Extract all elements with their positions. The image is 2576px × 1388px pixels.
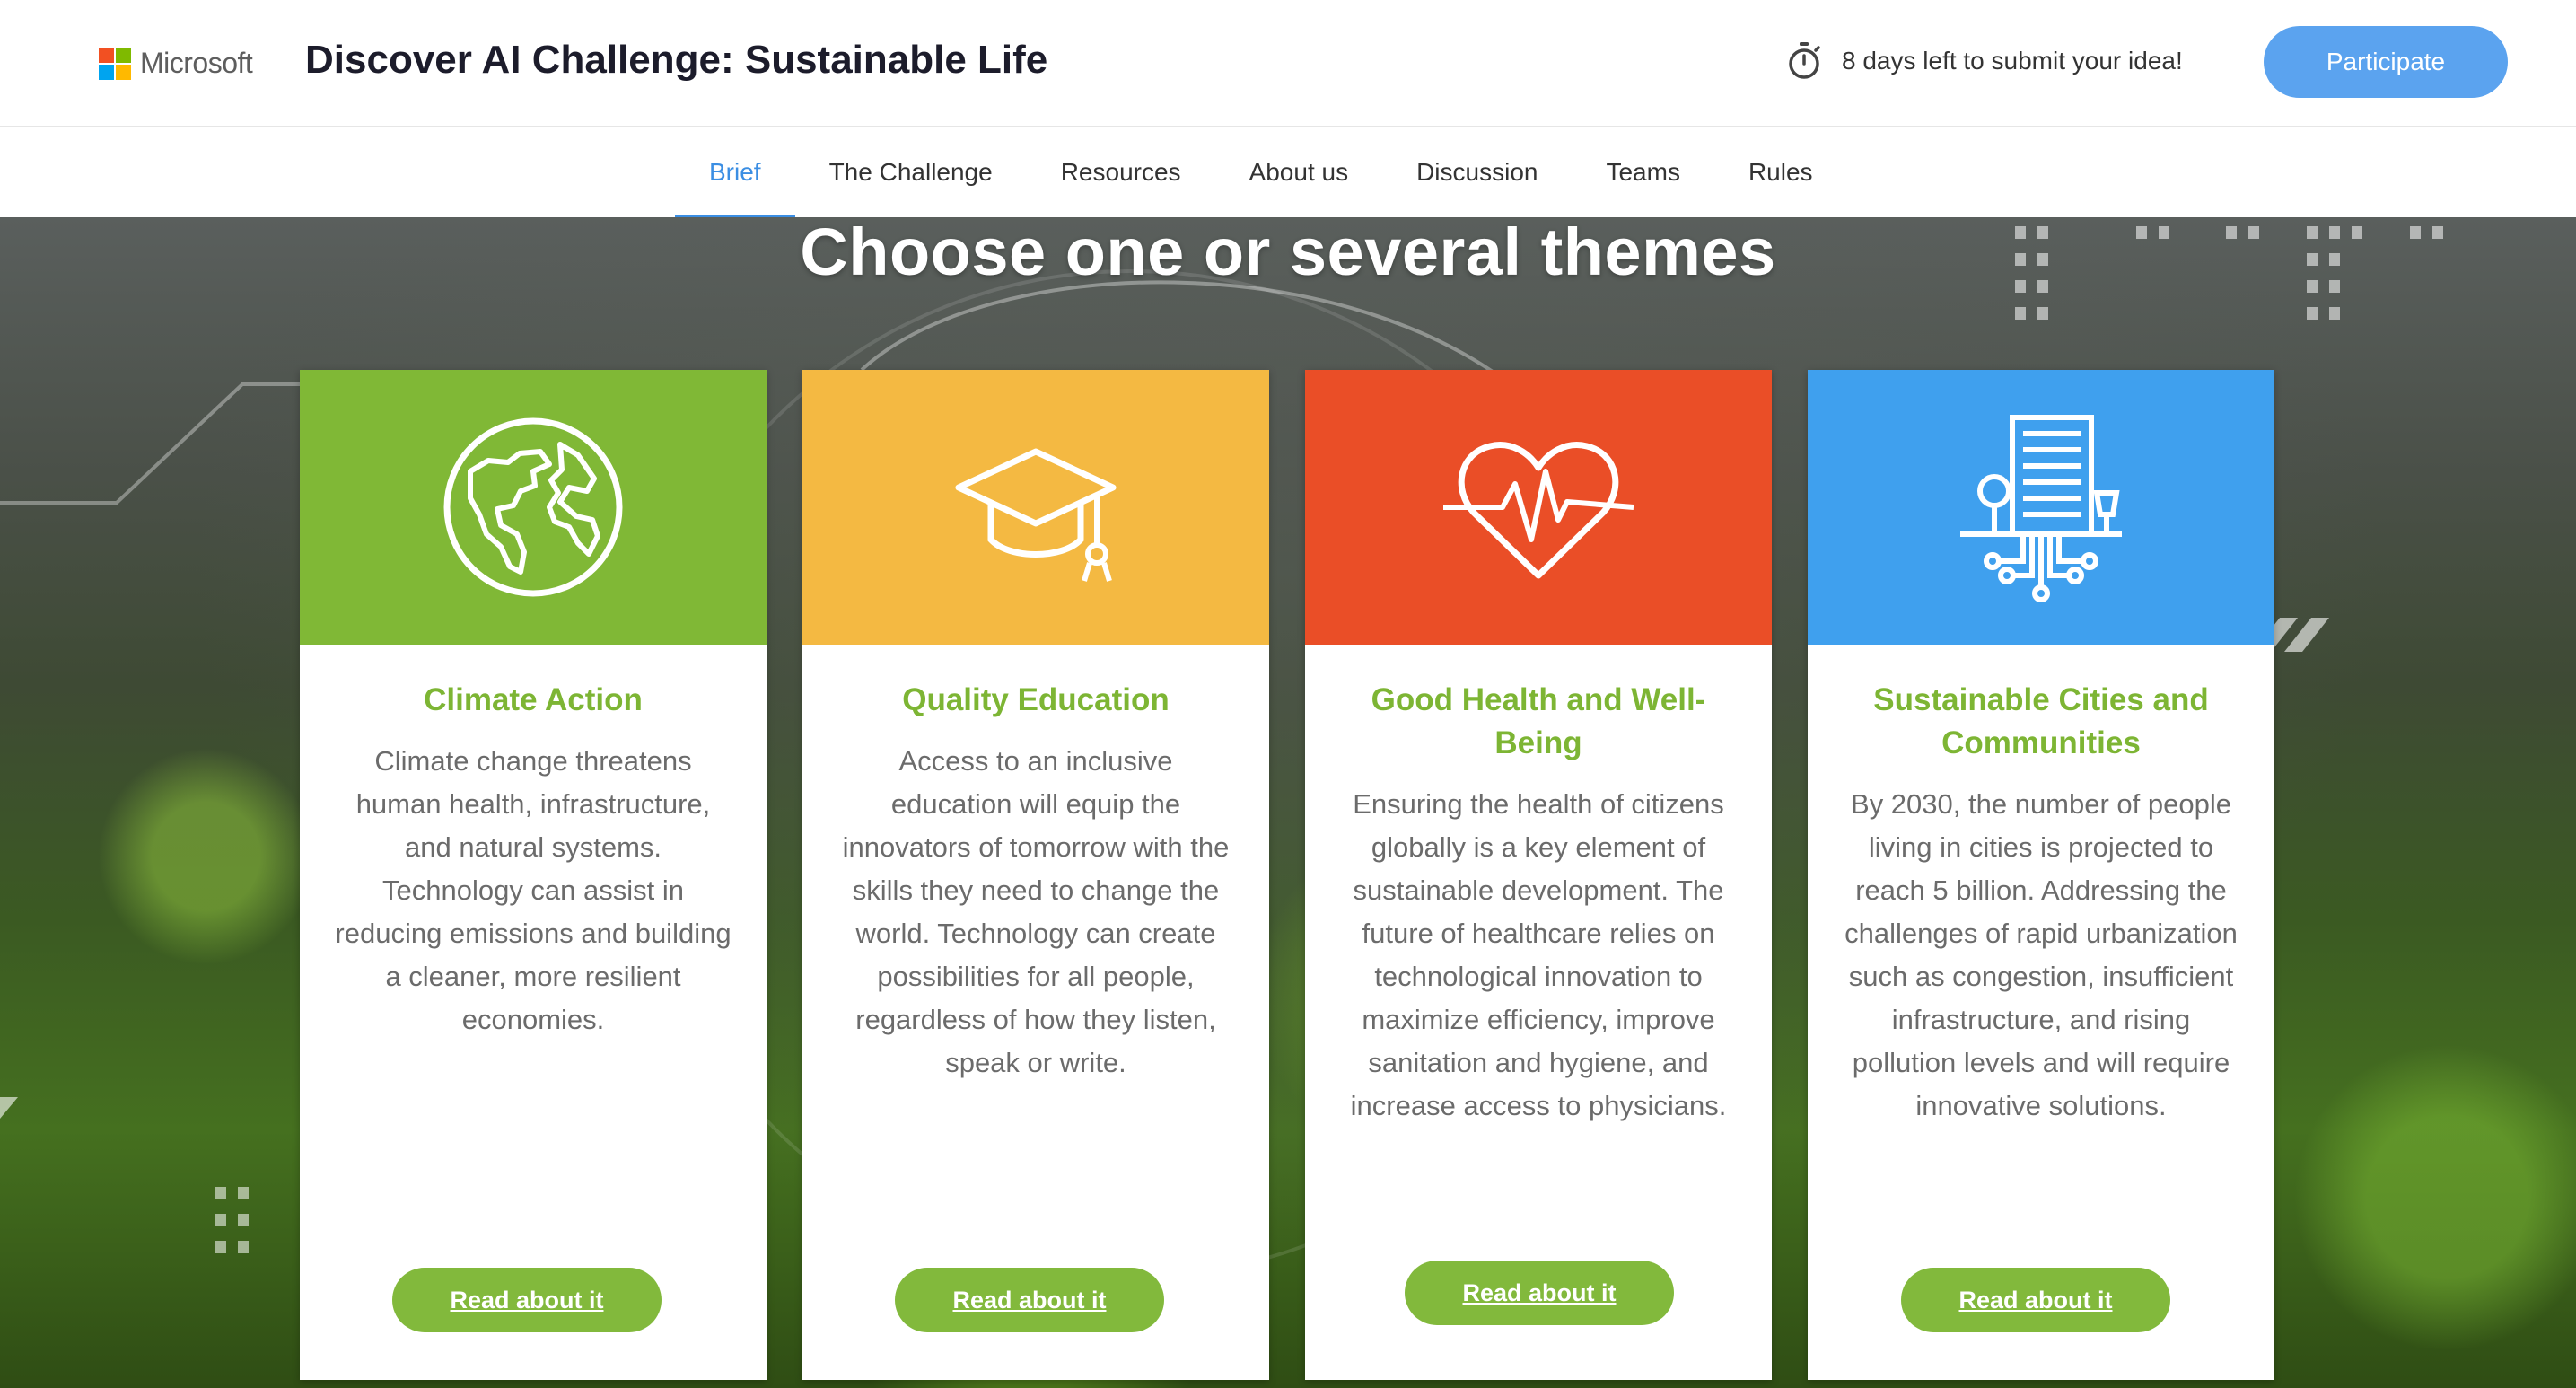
- theme-card-banner: [1808, 370, 2274, 645]
- theme-card-banner: [802, 370, 1269, 645]
- theme-card-description: Access to an inclusive education will eq…: [842, 745, 1230, 1078]
- tab-resources[interactable]: Resources: [1027, 127, 1215, 217]
- theme-card-sustainable-cities: Sustainable Cities and Communities By 20…: [1808, 370, 2274, 1380]
- section-tabs: Brief The Challenge Resources About us D…: [0, 127, 2576, 217]
- tab-rules[interactable]: Rules: [1714, 127, 1847, 217]
- theme-card-quality-education: Quality Education Access to an inclusive…: [802, 370, 1269, 1380]
- theme-card-title: Quality Education: [902, 682, 1170, 717]
- heartbeat-icon: [1443, 442, 1634, 579]
- theme-card-climate-action: Climate Action Climate change threatens …: [300, 370, 767, 1380]
- read-about-good-health-button[interactable]: Read about it: [1405, 1261, 1674, 1325]
- theme-card-good-health: Good Health and Well-Being Ensuring the …: [1305, 370, 1772, 1380]
- theme-card-banner: [1305, 370, 1772, 645]
- brand-name: Microsoft: [140, 47, 253, 79]
- theme-card-title: Good Health and Well-Being: [1371, 682, 1706, 760]
- tab-about-us[interactable]: About us: [1215, 127, 1383, 217]
- stopwatch-icon: [1789, 42, 1820, 79]
- deadline-text: 8 days left to submit your idea!: [1842, 47, 2183, 75]
- tab-brief[interactable]: Brief: [675, 127, 795, 217]
- microsoft-logo-icon: [99, 47, 131, 80]
- graduation-cap-icon: [955, 448, 1117, 582]
- theme-card-description: Ensuring the health of citizens globally…: [1350, 788, 1727, 1121]
- theme-card-title: Sustainable Cities and Communities: [1873, 682, 2209, 760]
- tab-teams[interactable]: Teams: [1572, 127, 1713, 217]
- globe-icon: [443, 417, 623, 597]
- read-about-sustainable-cities-button[interactable]: Read about it: [1901, 1268, 2170, 1332]
- read-about-climate-action-button[interactable]: Read about it: [392, 1268, 662, 1332]
- deadline-notice: 8 days left to submit your idea!: [1786, 41, 2183, 81]
- participate-button[interactable]: Participate: [2264, 26, 2508, 98]
- smart-city-icon: [1960, 415, 2122, 602]
- site-header: Microsoft Discover AI Challenge: Sustain…: [0, 0, 2576, 127]
- microsoft-logo[interactable]: Microsoft: [99, 47, 253, 80]
- tab-discussion[interactable]: Discussion: [1382, 127, 1572, 217]
- read-about-quality-education-button[interactable]: Read about it: [895, 1268, 1164, 1332]
- theme-card-title: Climate Action: [424, 682, 643, 717]
- themes-heading: Choose one or several themes: [800, 215, 1776, 289]
- theme-card-description: Climate change threatens human health, i…: [335, 745, 732, 1035]
- theme-card-banner: [300, 370, 767, 645]
- tab-the-challenge[interactable]: The Challenge: [795, 127, 1027, 217]
- page-title: Discover AI Challenge: Sustainable Life: [305, 38, 1048, 82]
- theme-card-description: By 2030, the number of people living in …: [1844, 788, 2238, 1121]
